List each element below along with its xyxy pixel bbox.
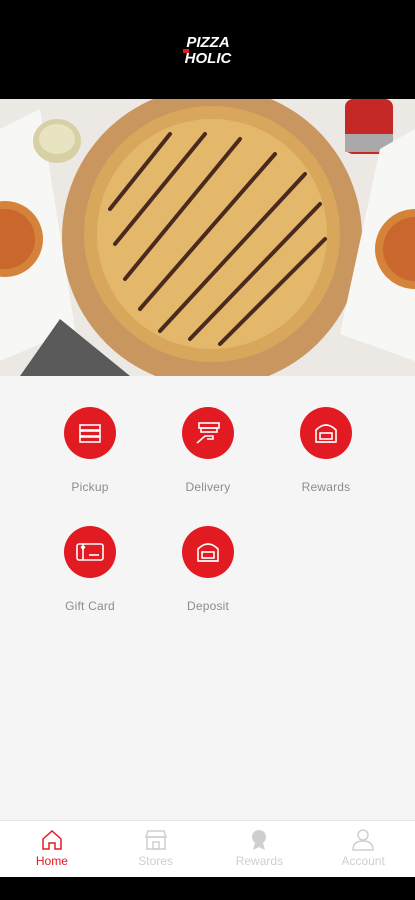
tab-account-label: Account xyxy=(341,854,385,868)
gift-card-label: Gift Card xyxy=(65,599,115,613)
deposit-button[interactable]: Deposit xyxy=(158,526,258,613)
pizzaholic-logo: PIZZA HOLIC xyxy=(182,34,232,67)
deposit-icon-badge xyxy=(182,526,234,578)
pickup-button[interactable]: Pickup xyxy=(40,407,140,494)
oven-icon xyxy=(315,424,337,443)
pizza-box-icon xyxy=(79,424,101,443)
home-icon xyxy=(42,829,62,850)
tab-rewards[interactable]: Rewards xyxy=(208,821,312,878)
store-icon xyxy=(144,830,167,850)
rewards-label: Rewards xyxy=(301,480,351,494)
rewards-icon-badge xyxy=(300,407,352,459)
account-icon xyxy=(352,829,374,851)
hero-pizza-image xyxy=(0,99,415,376)
deposit-label: Deposit xyxy=(186,599,230,613)
tab-rewards-label: Rewards xyxy=(235,854,284,868)
system-nav-bar xyxy=(0,877,415,900)
delivery-button[interactable]: Delivery xyxy=(158,407,258,494)
rewards-icon xyxy=(252,830,267,850)
delivery-hand-icon xyxy=(196,422,220,444)
delivery-icon-badge xyxy=(182,407,234,459)
gift-card-icon xyxy=(76,543,104,561)
tab-home-label: Home xyxy=(35,854,68,868)
tab-account[interactable]: Account xyxy=(311,821,415,878)
app-header: PIZZA HOLIC xyxy=(0,0,415,99)
tab-stores[interactable]: Stores xyxy=(104,821,208,878)
pickup-label: Pickup xyxy=(71,480,109,494)
oven-icon xyxy=(197,543,219,562)
action-grid: Pickup Delivery Rewards Gift Card Deposi… xyxy=(0,376,415,820)
tab-stores-label: Stores xyxy=(138,854,173,868)
rewards-button[interactable]: Rewards xyxy=(276,407,376,494)
bottom-tab-bar: Home Stores Rewards Account xyxy=(0,820,415,878)
svg-text:HOLIC: HOLIC xyxy=(184,50,232,67)
pickup-icon-badge xyxy=(64,407,116,459)
gift-card-icon-badge xyxy=(64,526,116,578)
svg-text:PIZZA: PIZZA xyxy=(186,34,229,51)
tab-home[interactable]: Home xyxy=(0,821,104,878)
gift-card-button[interactable]: Gift Card xyxy=(40,526,140,613)
delivery-label: Delivery xyxy=(185,480,231,494)
